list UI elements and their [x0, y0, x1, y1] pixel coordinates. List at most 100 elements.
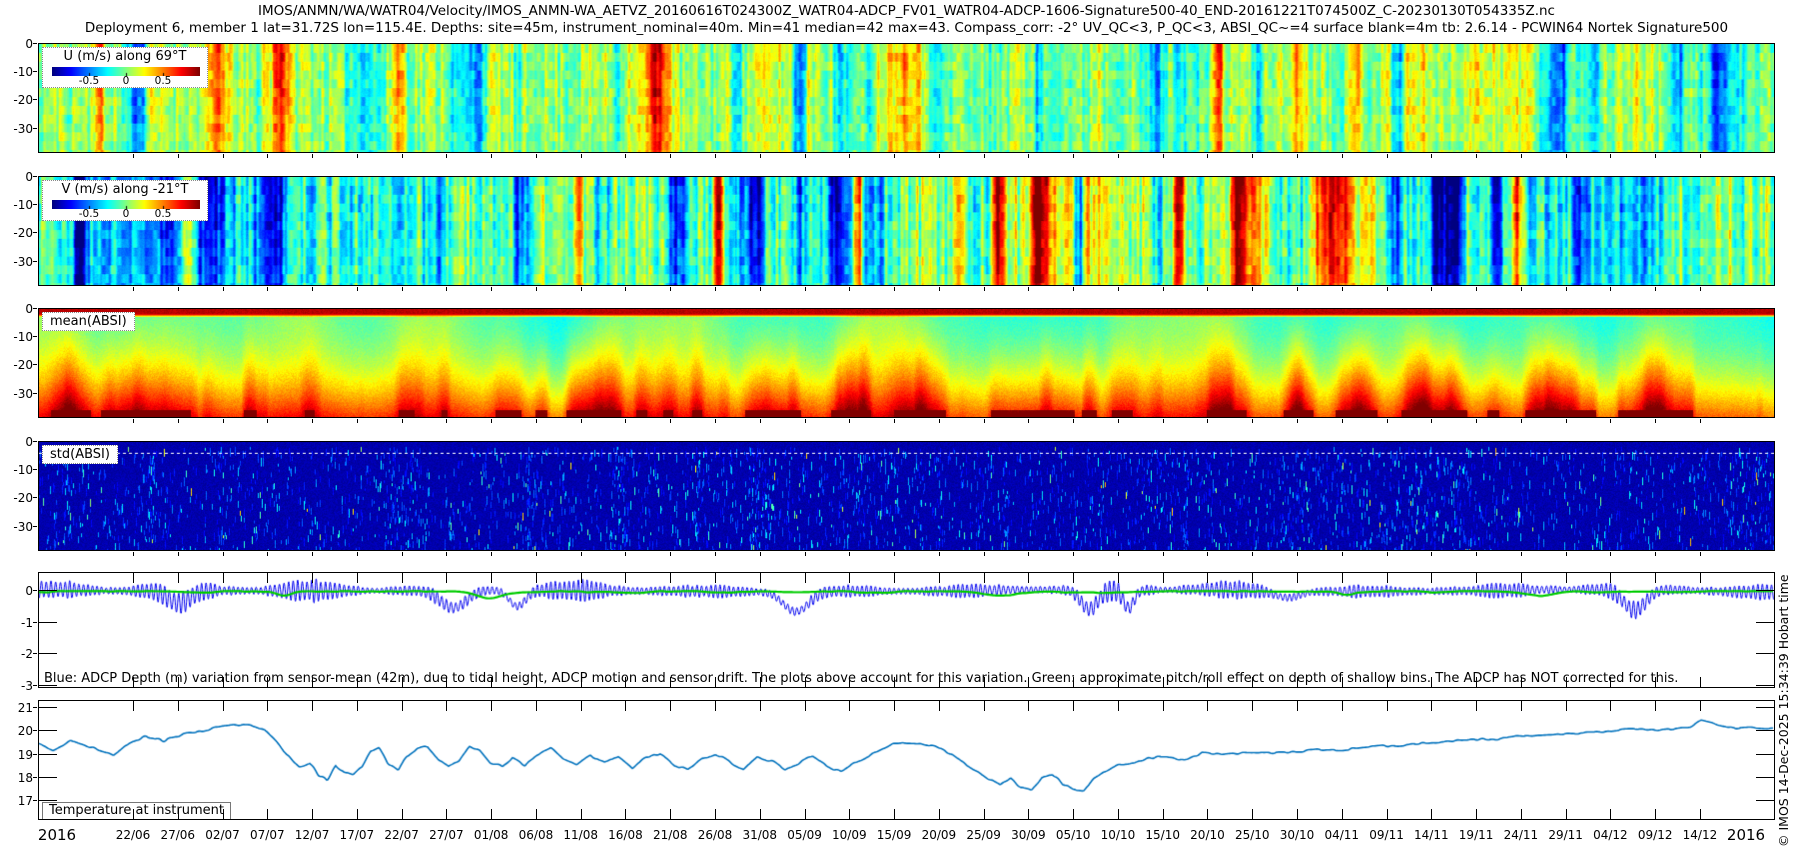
- copyright-watermark: © IMOS 14-Dec-2025 15:34:39 Hobart time: [1776, 574, 1791, 847]
- y-tick-label: -30: [13, 387, 33, 401]
- x-tick-label: 14/11: [1414, 828, 1449, 842]
- v-velocity-heatmap: [39, 177, 1774, 285]
- y-axis-ticks-mean-absi: 0-10-20-30: [0, 309, 35, 417]
- x-tick-label: 20/10: [1190, 828, 1225, 842]
- x-tick-label: 27/07: [429, 828, 464, 842]
- depth-variation-lines: [39, 573, 1774, 687]
- x-tick-label: 31/08: [742, 828, 777, 842]
- y-tick-label: -1: [21, 616, 33, 630]
- y-axis-ticks-u: 0-10-20-30: [0, 44, 35, 152]
- x-tick-label: 25/10: [1235, 828, 1270, 842]
- colorbar-tick-label: 0: [123, 75, 130, 87]
- y-tick-label: -10: [13, 330, 33, 344]
- x-tick-label: 06/08: [519, 828, 554, 842]
- x-tick-label: 26/08: [698, 828, 733, 842]
- mean-absi-heatmap: [39, 309, 1774, 417]
- legend-mean-absi: mean(ABSI): [42, 312, 135, 331]
- colorbar-tick-label: -0.5: [79, 75, 100, 87]
- y-tick-label: -30: [13, 122, 33, 136]
- x-year-right: 2016: [1727, 826, 1765, 844]
- figure: IMOS/ANMN/WA/WATR04/Velocity/IMOS_ANMN-W…: [0, 0, 1800, 850]
- x-tick-label: 30/09: [1011, 828, 1046, 842]
- panel-std-absi: std(ABSI) 0-10-20-30: [38, 441, 1775, 551]
- x-tick-label: 09/11: [1369, 828, 1404, 842]
- legend-std-absi: std(ABSI): [42, 445, 118, 464]
- y-tick-label: -20: [13, 358, 33, 372]
- y-tick-label: 0: [25, 170, 33, 184]
- colorbar-tick-label: 0.5: [155, 75, 172, 87]
- y-tick-label: -2: [21, 647, 33, 661]
- x-tick-label: 22/07: [384, 828, 419, 842]
- panel-temperature: Temperature at instrument 2120191817: [38, 700, 1775, 820]
- y-tick-label: -30: [13, 255, 33, 269]
- figure-title: IMOS/ANMN/WA/WATR04/Velocity/IMOS_ANMN-W…: [38, 3, 1775, 19]
- x-tick-label: 05/10: [1056, 828, 1091, 842]
- y-tick-label: 0: [25, 302, 33, 316]
- depth-variation-caption: Blue: ADCP Depth (m) variation from sens…: [44, 671, 1678, 686]
- y-tick-label: -3: [21, 679, 33, 693]
- temperature-label: Temperature at instrument: [42, 802, 231, 819]
- y-axis-ticks-std-absi: 0-10-20-30: [0, 442, 35, 550]
- x-tick-label: 02/07: [205, 828, 240, 842]
- x-year-left: 2016: [38, 826, 76, 844]
- y-tick-label: -10: [13, 65, 33, 79]
- x-tick-label: 25/09: [966, 828, 1001, 842]
- x-tick-label: 15/10: [1145, 828, 1180, 842]
- y-tick-label: 21: [18, 701, 33, 715]
- y-tick-label: 0: [25, 37, 33, 51]
- x-tick-label: 01/08: [474, 828, 509, 842]
- std-absi-heatmap: [39, 442, 1774, 550]
- x-axis-labels: 22/0627/0602/0707/0712/0717/0722/0727/07…: [38, 824, 1798, 846]
- x-tick-label: 19/11: [1459, 828, 1494, 842]
- y-tick-label: 17: [18, 794, 33, 808]
- legend-u: U (m/s) along 69°T -0.5 0 0.5: [42, 47, 208, 88]
- x-tick-label: 04/12: [1593, 828, 1628, 842]
- legend-v-label: V (m/s) along -21°T: [43, 182, 207, 197]
- x-tick-label: 21/08: [653, 828, 688, 842]
- x-tick-label: 12/07: [295, 828, 330, 842]
- colorbar-tick-label: 0: [123, 208, 130, 220]
- x-tick-label: 07/07: [250, 828, 285, 842]
- x-tick-label: 05/09: [787, 828, 822, 842]
- colorbar-ticks-v: -0.5 0 0.5: [52, 208, 200, 221]
- panel-mean-absi: mean(ABSI) 0-10-20-30: [38, 308, 1775, 418]
- y-axis-ticks-depth-variation: 0-1-2-3: [0, 573, 35, 687]
- colorbar-ticks-u: -0.5 0 0.5: [52, 75, 200, 88]
- figure-subtitle: Deployment 6, member 1 lat=31.72S lon=11…: [38, 20, 1775, 36]
- x-tick-label: 15/09: [877, 828, 912, 842]
- x-tick-label: 10/09: [832, 828, 867, 842]
- x-tick-label: 11/08: [563, 828, 598, 842]
- y-tick-label: 0: [25, 584, 33, 598]
- x-tick-label: 09/12: [1638, 828, 1673, 842]
- x-tick-label: 24/11: [1504, 828, 1539, 842]
- colorbar-tick-label: -0.5: [79, 208, 100, 220]
- x-tick-label: 20/09: [922, 828, 957, 842]
- y-tick-label: 18: [18, 771, 33, 785]
- y-tick-label: 20: [18, 724, 33, 738]
- y-tick-label: -30: [13, 520, 33, 534]
- y-tick-label: -20: [13, 491, 33, 505]
- y-axis-ticks-temperature: 21 20 19 18 17: [0, 701, 35, 819]
- x-tick-label: 27/06: [160, 828, 195, 842]
- y-tick-label: -10: [13, 463, 33, 477]
- y-axis-ticks-v: 0-10-20-30: [0, 177, 35, 285]
- x-tick-label: 16/08: [608, 828, 643, 842]
- x-tick-label: 04/11: [1324, 828, 1359, 842]
- panel-depth-variation: Blue: ADCP Depth (m) variation from sens…: [38, 572, 1775, 688]
- y-tick-label: 0: [25, 435, 33, 449]
- y-tick-label: -20: [13, 226, 33, 240]
- y-tick-label: -10: [13, 198, 33, 212]
- temperature-line: [39, 701, 1774, 819]
- x-tick-label: 30/10: [1280, 828, 1315, 842]
- x-tick-label: 29/11: [1548, 828, 1583, 842]
- panel-u-velocity: U (m/s) along 69°T -0.500.5 0-10-20-30: [38, 43, 1775, 153]
- x-tick-label: 14/12: [1683, 828, 1718, 842]
- x-tick-label: 22/06: [116, 828, 151, 842]
- legend-u-label: U (m/s) along 69°T: [43, 49, 207, 64]
- y-tick-label: 19: [18, 748, 33, 762]
- u-velocity-heatmap: [39, 44, 1774, 152]
- colorbar-tick-label: 0.5: [155, 208, 172, 220]
- legend-v: V (m/s) along -21°T -0.5 0 0.5: [42, 180, 208, 221]
- panel-v-velocity: V (m/s) along -21°T -0.500.5 0-10-20-30: [38, 176, 1775, 286]
- x-tick-label: 10/10: [1101, 828, 1136, 842]
